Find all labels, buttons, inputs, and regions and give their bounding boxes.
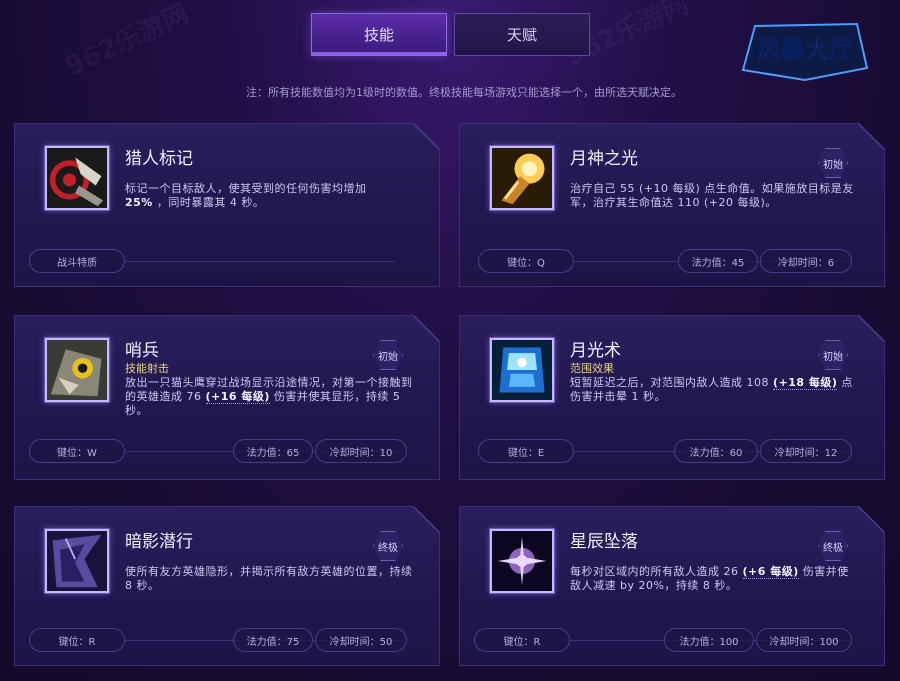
skill-description: 放出一只猫头鹰穿过战场显示沿途情况，对第一个接触到的英雄造成 76 (+16 每… <box>125 376 413 417</box>
skill-name: 月光术 <box>570 341 621 361</box>
skill-name: 哨兵 <box>125 341 159 361</box>
skill-description: 治疗自己 55 (+10 每级) 点生命值。如果施放目标是友军，治疗其生命值达 … <box>570 182 854 209</box>
shadowstalk-icon <box>45 529 109 593</box>
moonlight-glow-icon <box>490 146 554 210</box>
starfall-icon <box>490 529 554 593</box>
tab-talents[interactable]: 天赋 <box>454 13 590 56</box>
skill-badge-ultimate: 终极 <box>373 531 403 561</box>
logo-text: 风暴大厅 <box>757 36 853 64</box>
skill-cooldown-label: 冷却时间：100 <box>756 628 852 652</box>
skill-key-label: 键位：Q <box>478 249 574 273</box>
skill-key-label: 键位：R <box>29 628 125 652</box>
skill-name: 星辰坠落 <box>570 532 638 552</box>
skill-cooldown-label: 冷却时间：6 <box>760 249 852 273</box>
skill-name: 月神之光 <box>570 149 638 169</box>
skill-card-moonfire: 月光术 范围效果 初始 短暂延迟之后，对范围内敌人造成 108 (+18 每级)… <box>459 315 885 480</box>
owl-sentinel-icon <box>45 338 109 402</box>
skill-card-starfall: 星辰坠落 终极 每秒对区域内的所有敌人造成 26 (+6 每级) 伤害并使敌人减… <box>459 506 885 666</box>
skill-mana-label: 法力值：45 <box>678 249 758 273</box>
skill-type: 范围效果 <box>570 362 614 375</box>
skill-description: 短暂延迟之后，对范围内敌人造成 108 (+18 每级) 点伤害并击晕 1 秒。 <box>570 376 853 403</box>
skill-name: 暗影潜行 <box>125 532 193 552</box>
skill-description: 使所有友方英雄隐形，并揭示所有敌方英雄的位置，持续 8 秒。 <box>125 565 413 592</box>
heroes-storm-logo: 风暴大厅 <box>735 20 875 84</box>
skill-cooldown-label: 冷却时间：50 <box>315 628 407 652</box>
skills-note: 注：所有技能数值均为1级时的数值。终极技能每场游戏只能选择一个，由所选天赋决定。 <box>246 86 682 99</box>
skill-badge-initial: 初始 <box>373 340 403 370</box>
skill-key-label: 战斗特质 <box>29 249 125 273</box>
skill-card-hunters-mark: 猎人标记 标记一个目标敌人，使其受到的任何伤害均增加 25% ，同时暴露其 4 … <box>14 123 440 287</box>
moonfire-icon <box>490 338 554 402</box>
skill-description: 每秒对区域内的所有敌人造成 26 (+6 每级) 伤害并使敌人减速 by 20%… <box>570 565 849 592</box>
hunter-mark-icon <box>45 146 109 210</box>
skill-mana-label: 法力值：75 <box>233 628 313 652</box>
skill-key-label: 键位：R <box>474 628 570 652</box>
skill-key-label: 键位：W <box>29 439 125 463</box>
skill-badge-initial: 初始 <box>818 148 848 178</box>
skill-name: 猎人标记 <box>125 149 193 169</box>
tab-skills[interactable]: 技能 <box>311 13 447 56</box>
skill-mana-label: 法力值：65 <box>233 439 313 463</box>
skill-card-sentinel: 哨兵 技能射击 初始 放出一只猫头鹰穿过战场显示沿途情况，对第一个接触到的英雄造… <box>14 315 440 480</box>
skill-description: 标记一个目标敌人，使其受到的任何伤害均增加 25% ，同时暴露其 4 秒。 <box>125 182 367 209</box>
skill-card-moonlight: 月神之光 初始 治疗自己 55 (+10 每级) 点生命值。如果施放目标是友军，… <box>459 123 885 287</box>
watermark: 962乐游网 <box>60 0 194 83</box>
skill-badge-initial: 初始 <box>818 340 848 370</box>
skill-badge-ultimate: 终极 <box>818 531 848 561</box>
skill-cooldown-label: 冷却时间：12 <box>760 439 852 463</box>
skill-key-label: 键位：E <box>478 439 574 463</box>
skill-cooldown-label: 冷却时间：10 <box>315 439 407 463</box>
skill-card-shadowstalk: 暗影潜行 终极 使所有友方英雄隐形，并揭示所有敌方英雄的位置，持续 8 秒。 键… <box>14 506 440 666</box>
skill-type: 技能射击 <box>125 362 169 375</box>
skill-mana-label: 法力值：60 <box>674 439 758 463</box>
skill-mana-label: 法力值：100 <box>664 628 754 652</box>
